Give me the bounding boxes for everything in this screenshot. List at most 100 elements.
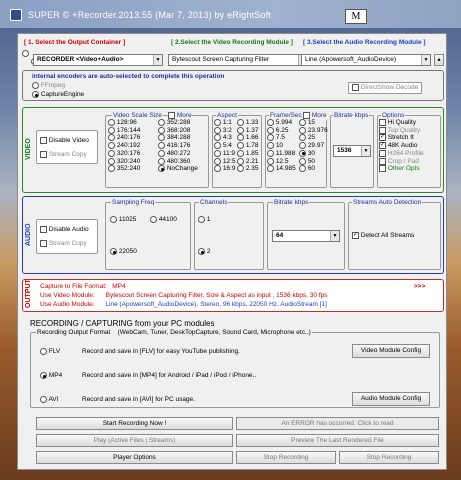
stop-recording-button-2[interactable]: Stop Recording bbox=[339, 451, 439, 464]
aspect-option[interactable]: 3:2 bbox=[214, 126, 235, 135]
flv-option[interactable]: FLV bbox=[40, 348, 60, 356]
audio-stream-copy-checkbox[interactable]: Stream Copy bbox=[40, 240, 87, 248]
scale-option[interactable]: 480:272 bbox=[158, 149, 198, 158]
audio-disable-group bbox=[36, 219, 98, 254]
mp4-description: Record and save in [MP4] for Android / i… bbox=[82, 372, 257, 379]
channels-title: Channels bbox=[199, 199, 229, 207]
scroll-button[interactable]: ▴ bbox=[434, 54, 444, 66]
freq-option[interactable]: 44100 bbox=[150, 216, 177, 224]
output-more-button[interactable]: >>> bbox=[414, 283, 425, 291]
start-recording-button[interactable]: Start Recording Now ! bbox=[36, 417, 233, 430]
fps-option[interactable]: 14.985 bbox=[267, 165, 296, 173]
window-title: SUPER © +Recorder.2013.55 (Mar 7, 2013) … bbox=[28, 10, 272, 20]
container-select[interactable]: RECORDER <Video+Audio> ▼ bbox=[33, 54, 163, 66]
hi-quality-checkbox[interactable]: Hi Quality bbox=[379, 119, 424, 127]
aspect-option[interactable]: 1.37 bbox=[237, 126, 258, 135]
aspect-option[interactable]: 12:5 bbox=[214, 157, 235, 166]
fps-option[interactable]: 23.976 bbox=[299, 126, 328, 135]
fps-option[interactable]: 30 bbox=[299, 149, 328, 158]
fps-option[interactable]: 5.994 bbox=[267, 119, 296, 127]
scale-option[interactable]: 176:144 bbox=[108, 126, 140, 135]
step-radio-a[interactable] bbox=[22, 50, 29, 57]
output-format-line: Capture to File Format: MP4 bbox=[40, 283, 126, 290]
fps-option[interactable]: 11.988 bbox=[267, 149, 296, 158]
video-bitrate-title: Bitrate kbps bbox=[333, 112, 370, 120]
scale-option[interactable]: 240:176 bbox=[108, 134, 140, 142]
aspect-option[interactable]: 4:3 bbox=[214, 134, 235, 142]
directshow-decode-checkbox[interactable]: DirectShow Decode bbox=[348, 82, 423, 94]
fps-option[interactable]: 6.25 bbox=[267, 126, 296, 135]
scale-col-1: 128:96 176:144 240:176 240:192 320:176 3… bbox=[108, 119, 140, 173]
scale-option[interactable]: 352:288 bbox=[158, 119, 198, 127]
aspect-option[interactable]: 2.35 bbox=[237, 165, 258, 173]
aspect-option[interactable]: 16:9 bbox=[214, 165, 235, 173]
top-quality-checkbox[interactable]: Top Quality bbox=[379, 126, 424, 135]
48k-audio-checkbox[interactable]: ✓ 48K Audio bbox=[379, 142, 424, 150]
audio-module-config-button[interactable]: Audio Module Config bbox=[352, 392, 430, 406]
mp4-option[interactable]: MP4 bbox=[40, 372, 62, 380]
aspect-option[interactable]: 1.66 bbox=[237, 134, 258, 142]
aspect-option[interactable]: 5:4 bbox=[214, 142, 235, 150]
channel-option[interactable]: 1 bbox=[198, 216, 210, 224]
flv-description: Record and save in [FLV] for easy YouTub… bbox=[82, 348, 240, 355]
sampling-freq-group bbox=[105, 202, 191, 270]
channels-group bbox=[194, 202, 264, 270]
scale-option[interactable]: 320:240 bbox=[108, 157, 140, 166]
scale-option[interactable]: 384:288 bbox=[158, 134, 198, 142]
video-bitrate-select[interactable]: 1536 ▼ bbox=[333, 145, 371, 157]
channel-option[interactable]: 2 bbox=[198, 248, 210, 256]
disable-audio-checkbox[interactable]: Disable Audio bbox=[40, 226, 89, 234]
crop-pad-checkbox[interactable]: Crop / Pad bbox=[379, 157, 424, 166]
h264-profile-checkbox[interactable]: H264 Profile bbox=[379, 149, 424, 158]
capture-engine-option[interactable]: CaptureEngine bbox=[32, 91, 84, 99]
menu-button[interactable]: M bbox=[345, 9, 367, 24]
aspect-option[interactable]: 1.33 bbox=[237, 119, 258, 127]
aspect-option[interactable]: 11:9 bbox=[214, 149, 235, 158]
scale-option[interactable]: 128:96 bbox=[108, 119, 140, 127]
aspect-option[interactable]: 1.85 bbox=[237, 149, 258, 158]
other-opts-checkbox[interactable]: Other Opts bbox=[379, 165, 424, 173]
aspect-option[interactable]: 1:1 bbox=[214, 119, 235, 127]
fps-option[interactable]: 29.97 bbox=[299, 142, 328, 150]
fps-option[interactable]: 50 bbox=[299, 157, 328, 166]
fps-option[interactable]: 10 bbox=[267, 142, 296, 150]
video-disable-group bbox=[36, 130, 98, 164]
scale-option[interactable]: NoChange bbox=[158, 165, 198, 173]
play-button[interactable]: Play (Active Files | Streams) bbox=[36, 434, 233, 447]
detect-all-streams-checkbox[interactable]: ✓ Detect All Streams bbox=[352, 232, 414, 240]
video-module-select[interactable]: Bytescout Screen Capturing Filter▼ bbox=[168, 54, 308, 66]
aspect-option[interactable]: 2.21 bbox=[237, 157, 258, 166]
video-section-label: VIDEO bbox=[25, 138, 32, 160]
freq-option[interactable]: 11025 bbox=[110, 216, 136, 224]
scale-option[interactable]: 352:240 bbox=[108, 165, 140, 173]
fps-option[interactable]: 15 bbox=[299, 119, 328, 127]
video-stream-copy-checkbox[interactable]: Stream Copy bbox=[40, 151, 87, 159]
stretch-it-checkbox[interactable]: ✓ Stretch It bbox=[379, 134, 424, 142]
fps-option[interactable]: 12.5 bbox=[267, 157, 296, 166]
scale-option[interactable]: 368:208 bbox=[158, 126, 198, 135]
avi-option[interactable]: AVI bbox=[40, 396, 58, 404]
aspect-option[interactable]: 1.78 bbox=[237, 142, 258, 150]
recording-format-title: Recording Output Format (WebCam, Tuner, … bbox=[36, 329, 312, 337]
options-list: Hi Quality Top Quality ✓ Stretch It ✓ 48… bbox=[379, 119, 424, 173]
stop-recording-button-1[interactable]: Stop Recording bbox=[236, 451, 336, 464]
scale-option[interactable]: 240:192 bbox=[108, 142, 140, 150]
fps-option[interactable]: 25 bbox=[299, 134, 328, 142]
fps-option[interactable]: 60 bbox=[299, 165, 328, 173]
recording-title: RECORDING / CAPTURING from your PC modul… bbox=[30, 319, 215, 328]
scale-option[interactable]: 480:360 bbox=[158, 157, 198, 166]
main-window: [ 1. Select the Output Container ] [ 2.S… bbox=[17, 33, 447, 470]
audio-module-value: Line (Apowersoft_AudioDevice) bbox=[305, 56, 397, 63]
fps-option[interactable]: 7.5 bbox=[267, 134, 296, 142]
audio-module-select[interactable]: Line (Apowersoft_AudioDevice) ▼ bbox=[301, 54, 431, 66]
ffmpeg-option[interactable]: FFmpeg bbox=[32, 82, 65, 90]
freq-option[interactable]: 22050 bbox=[110, 248, 137, 256]
scale-option[interactable]: 320:176 bbox=[108, 149, 140, 158]
disable-video-checkbox[interactable]: Disable Video bbox=[40, 137, 89, 145]
audio-bitrate-select[interactable]: 64 ▼ bbox=[272, 230, 340, 242]
video-module-config-button[interactable]: Video Module Config bbox=[352, 344, 430, 358]
error-button[interactable]: An ERROR has occurred. Click to read bbox=[236, 417, 439, 430]
preview-button[interactable]: Preview The Last Rendered File bbox=[236, 434, 439, 447]
player-options-button[interactable]: Player Options bbox=[36, 451, 233, 464]
scale-option[interactable]: 416:176 bbox=[158, 142, 198, 150]
